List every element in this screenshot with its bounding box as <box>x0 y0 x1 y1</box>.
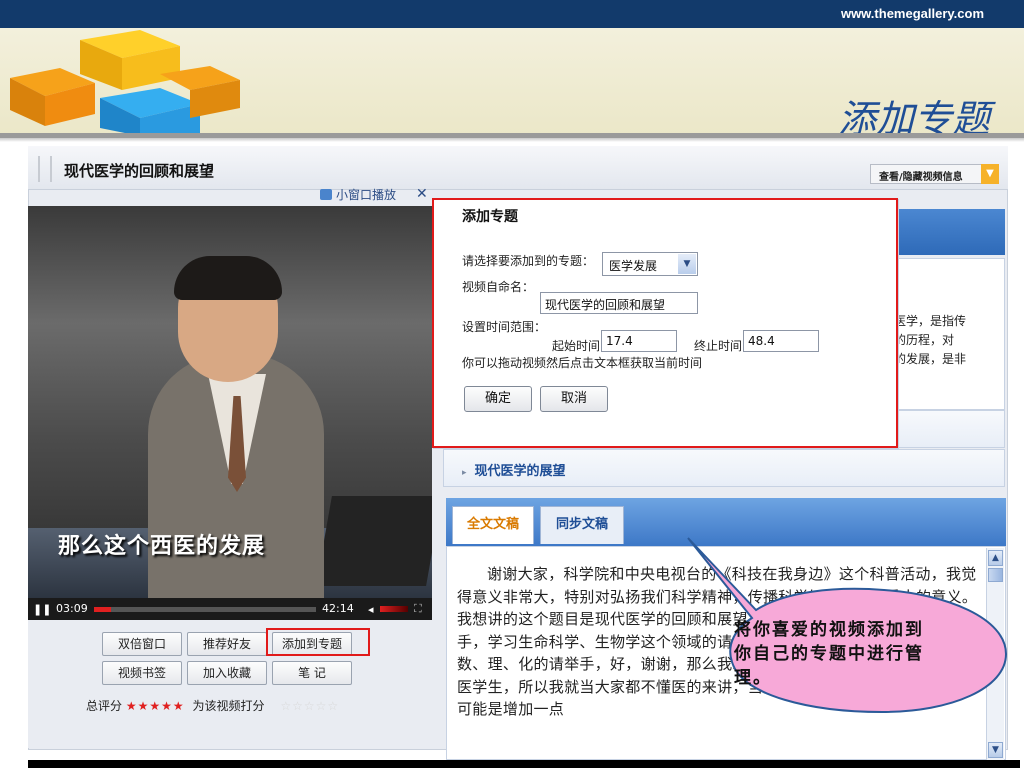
mini-window-button[interactable]: 小窗口播放 <box>320 186 396 203</box>
toggle-info-button[interactable]: 查看/隐藏视频信息 ▼ <box>870 164 999 184</box>
rate-label: 为该视频打分 <box>192 699 265 713</box>
bottom-bar <box>28 760 1020 768</box>
double-window-button[interactable]: 双倍窗口 <box>102 632 182 656</box>
video-frame[interactable]: 那么这个西医的发展 <box>28 206 432 598</box>
hint-text: 你可以拖动视频然后点击文本框获取当前时间 <box>462 356 703 370</box>
callout-text: 将你喜爱的视频添加到你自己的专题中进行管理。 <box>734 620 924 688</box>
triangle-right-icon: ▸ <box>462 468 467 478</box>
description-line: 医学，是指传 <box>894 314 967 328</box>
end-label: 终止时间 <box>694 339 743 353</box>
laptop-desk <box>316 496 432 586</box>
time-range-label: 设置时间范围： <box>462 320 547 334</box>
tv-icon <box>320 189 332 200</box>
rating-label: 总评分 <box>86 699 123 713</box>
start-label: 起始时间 <box>552 339 601 353</box>
video-title: 现代医学的回顾和展望 <box>64 162 215 180</box>
select-label: 请选择要添加到的专题： <box>462 254 595 268</box>
site-url: www.themegallery.com <box>840 6 984 21</box>
favorite-button[interactable]: 加入收藏 <box>187 661 267 685</box>
volume-icon[interactable]: ◂ <box>368 603 374 616</box>
slide-title: 添加专题 <box>837 97 990 136</box>
divider <box>0 138 1024 142</box>
seek-bar[interactable] <box>94 607 316 612</box>
description-line: 的发展，是非 <box>894 352 967 366</box>
dialog-title: 添加专题 <box>462 209 518 225</box>
bookmark-button[interactable]: 视频书签 <box>102 661 182 685</box>
confirm-button[interactable]: 确定 <box>464 386 532 412</box>
notes-button[interactable]: 笔 记 <box>272 661 352 685</box>
scroll-down-icon[interactable]: ▼ <box>988 742 1003 758</box>
puzzle-logo-icon <box>10 30 240 136</box>
grip-icon <box>38 156 52 182</box>
topic-select[interactable]: 医学发展 ▼ <box>602 252 698 276</box>
video-header: 现代医学的回顾和展望 查看/隐藏视频信息 ▼ <box>28 146 1008 190</box>
mini-window-label: 小窗口播放 <box>336 188 397 202</box>
highlight-box <box>266 628 370 656</box>
player-controls: ❚❚ 03:09 42:14 ◂ ⛶ <box>28 598 432 620</box>
name-field[interactable]: 现代医学的回顾和展望 <box>540 292 698 314</box>
speaker-hair <box>174 256 282 300</box>
top-bar: www.themegallery.com <box>0 0 1024 28</box>
banner: 添加专题 <box>0 28 1024 136</box>
toggle-info-label: 查看/隐藏视频信息 <box>879 172 963 183</box>
fullscreen-icon[interactable]: ⛶ <box>414 602 422 616</box>
star-icons: ★★★★★ <box>125 699 185 713</box>
chevron-down-icon: ▼ <box>981 164 999 184</box>
outline-item[interactable]: ▸ 现代医学的展望 <box>462 460 566 479</box>
cancel-button[interactable]: 取消 <box>540 386 608 412</box>
seek-progress <box>94 607 111 612</box>
current-time: 03:09 <box>56 602 88 615</box>
topic-select-value: 医学发展 <box>609 259 658 273</box>
rate-star-icons[interactable]: ☆☆☆☆☆ <box>280 699 339 713</box>
description-line: 的历程，对 <box>894 333 955 347</box>
tab-sync-text[interactable]: 同步文稿 <box>540 506 624 544</box>
video-caption: 那么这个西医的发展 <box>58 534 266 559</box>
name-label: 视频自命名： <box>462 280 535 294</box>
chevron-down-icon[interactable]: ▼ <box>678 254 696 274</box>
total-time: 42:14 <box>322 602 354 615</box>
outline-item-label: 现代医学的展望 <box>474 464 566 479</box>
recommend-button[interactable]: 推荐好友 <box>187 632 267 656</box>
add-topic-dialog: 添加专题 请选择要添加到的专题： 医学发展 ▼ 视频自命名： 现代医学的回顾和展… <box>432 198 898 448</box>
tab-full-text[interactable]: 全文文稿 <box>452 506 534 544</box>
end-time-field[interactable]: 48.4 <box>743 330 819 352</box>
start-time-field[interactable]: 17.4 <box>601 330 677 352</box>
pause-icon[interactable]: ❚❚ <box>33 603 51 616</box>
rating: 总评分 ★★★★★ 为该视频打分 ☆☆☆☆☆ <box>86 697 339 714</box>
close-icon[interactable]: ✕ <box>416 186 428 202</box>
volume-slider[interactable] <box>380 606 408 612</box>
description-text: 医学，是指传 的历程，对 的发展，是非 <box>894 312 1004 369</box>
